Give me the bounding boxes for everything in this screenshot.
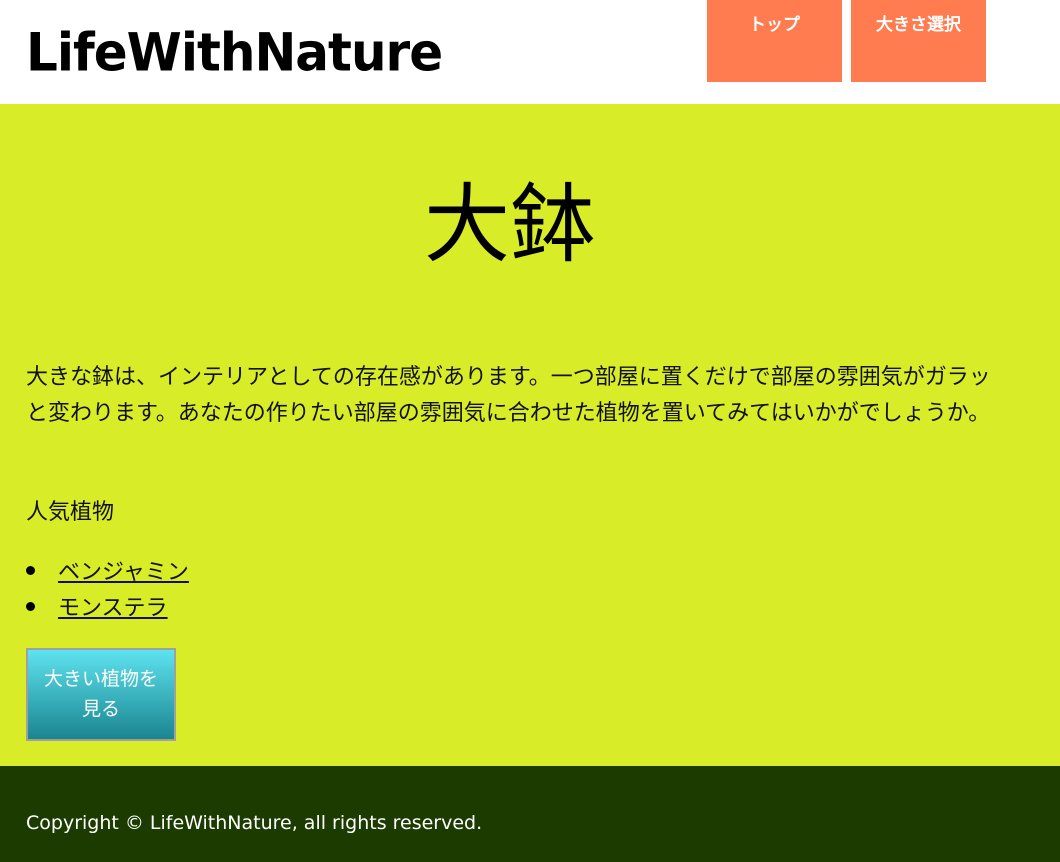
plant-link-benjamin[interactable]: ベンジャミン [58, 554, 189, 586]
list-item: ベンジャミン [26, 552, 189, 588]
nav-top-button[interactable]: トップ [707, 0, 842, 82]
list-item: モンステラ [26, 588, 189, 624]
page-description: 大きな鉢は、インテリアとしての存在感があります。一つ部屋に置くだけで部屋の雰囲気… [26, 365, 991, 426]
popular-plants-label: 人気植物 [26, 500, 115, 525]
nav-size-select-button[interactable]: 大きさ選択 [851, 0, 986, 82]
page-title: 大鉢 [424, 175, 596, 275]
site-footer: Copyright © LifeWithNature, all rights r… [0, 766, 1060, 862]
view-large-plants-button[interactable]: 大きい植物を見る [26, 648, 176, 741]
main-content: 大鉢 大きな鉢は、インテリアとしての存在感があります。一つ部屋に置くだけで部屋の… [0, 104, 1060, 766]
bullet-icon [26, 565, 35, 575]
copyright-text: Copyright © LifeWithNature, all rights r… [26, 812, 483, 834]
site-header: LifeWithNature トップ 大きさ選択 [0, 0, 1060, 104]
bullet-icon [26, 601, 35, 611]
site-logo[interactable]: LifeWithNature [26, 22, 443, 83]
main-nav: トップ 大きさ選択 [707, 0, 986, 82]
plant-link-monstera[interactable]: モンステラ [58, 590, 168, 622]
popular-plants-list: ベンジャミン モンステラ [26, 552, 189, 624]
